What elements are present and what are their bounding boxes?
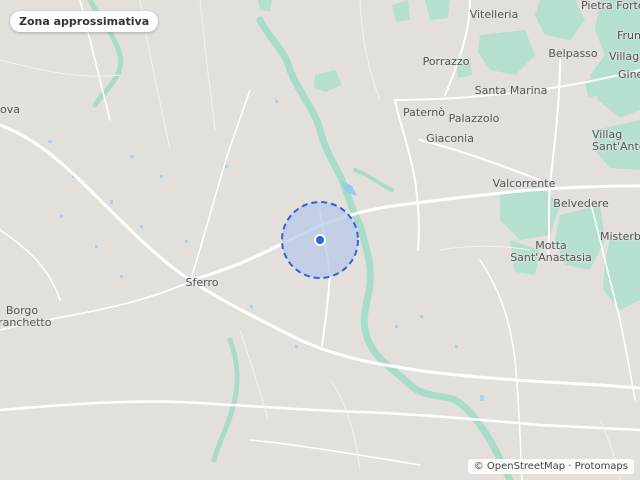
place-label-vitelleria: Vitelleria <box>469 8 519 21</box>
place-label-borgo-franchetto: Borgo Franchetto <box>0 304 52 329</box>
place-label-sferro: Sferro <box>185 276 219 289</box>
place-label-motta-santanastasia: Motta Sant'Anastasia <box>510 239 592 264</box>
location-marker[interactable] <box>316 236 324 244</box>
approximate-zone-badge: Zona approssimativa <box>10 11 159 32</box>
place-label-pietra-forte: Pietra Forte <box>581 0 640 12</box>
map-attribution[interactable]: © OpenStreetMap · Protomaps <box>467 459 634 474</box>
map-view[interactable]: Vitelleria Pietra Forte Porrazzo Belpass… <box>0 0 640 480</box>
place-label-frun: Frun <box>617 29 640 42</box>
place-label-ova: ova <box>0 103 20 116</box>
place-label-giaconia: Giaconia <box>426 132 474 145</box>
place-label-palazzolo: Palazzolo <box>448 112 500 125</box>
place-label-paterno: Paternò <box>403 106 445 119</box>
place-label-misterbianco: Misterbi <box>600 230 640 243</box>
place-label-villag-top: Villag <box>609 50 640 63</box>
place-label-villaggio-santantonio: Villag Sant'Anto <box>592 128 640 153</box>
place-label-ginestre: Gine <box>618 68 640 81</box>
place-label-santa-marina: Santa Marina <box>474 84 548 97</box>
place-label-porrazzo: Porrazzo <box>422 55 470 68</box>
place-label-belpasso: Belpasso <box>548 47 598 60</box>
place-label-valcorrente: Valcorrente <box>492 177 556 190</box>
place-label-belvedere: Belvedere <box>553 197 609 210</box>
